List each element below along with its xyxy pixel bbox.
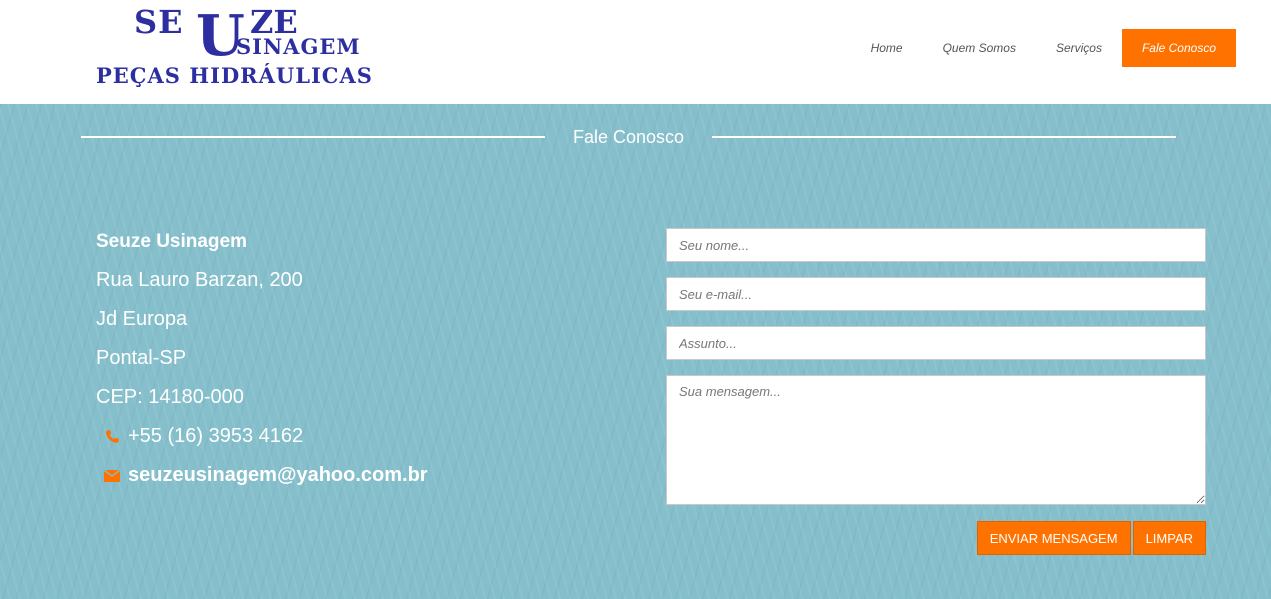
- address-cep: CEP: 14180-000: [96, 386, 244, 408]
- logo-text-sinagem: SINAGEM: [236, 34, 361, 59]
- heading-divider-left: [81, 136, 545, 138]
- site-header: SE U ZE SINAGEM PEÇAS HIDRÁULICAS Home Q…: [0, 0, 1271, 104]
- company-name: Seuze Usinagem: [96, 231, 247, 252]
- contact-form: ENVIAR MENSAGEM LIMPAR: [666, 228, 1206, 555]
- message-textarea[interactable]: [666, 375, 1206, 505]
- phone-icon: [96, 429, 128, 445]
- address-city: Pontal-SP: [96, 347, 187, 369]
- send-message-button[interactable]: ENVIAR MENSAGEM: [976, 521, 1131, 555]
- phone-number: +55 (16) 3953 4162: [128, 425, 304, 447]
- main-nav: Home Quem Somos Serviços Fale Conosco: [851, 29, 1236, 67]
- email-input[interactable]: [666, 277, 1206, 311]
- address-street: Rua Lauro Barzan, 200: [96, 269, 303, 291]
- section-heading: Fale Conosco: [0, 124, 1271, 152]
- contact-section: Fale Conosco Seuze Usinagem Rua Lauro Ba…: [0, 104, 1271, 599]
- logo-text-tagline: PEÇAS HIDRÁULICAS: [96, 63, 373, 88]
- nav-servicos[interactable]: Serviços: [1036, 29, 1122, 67]
- email-link[interactable]: seuzeusinagem@yahoo.com.br: [128, 456, 428, 495]
- nav-quem-somos[interactable]: Quem Somos: [923, 29, 1036, 67]
- subject-input[interactable]: [666, 326, 1206, 360]
- name-input[interactable]: [666, 228, 1206, 262]
- heading-divider-right: [712, 136, 1176, 138]
- form-buttons: ENVIAR MENSAGEM LIMPAR: [666, 521, 1206, 555]
- address-district: Jd Europa: [96, 308, 188, 330]
- section-title: Fale Conosco: [572, 127, 685, 147]
- nav-fale-conosco[interactable]: Fale Conosco: [1121, 29, 1236, 67]
- nav-home[interactable]: Home: [851, 29, 923, 67]
- logo-text-se: SE: [134, 3, 184, 41]
- contact-info: Seuze Usinagem Rua Lauro Barzan, 200 Jd …: [96, 222, 428, 495]
- email-row: seuzeusinagem@yahoo.com.br: [96, 456, 428, 495]
- phone-row: +55 (16) 3953 4162: [96, 417, 428, 456]
- clear-button[interactable]: LIMPAR: [1132, 521, 1206, 555]
- logo[interactable]: SE U ZE SINAGEM PEÇAS HIDRÁULICAS: [96, 6, 418, 90]
- envelope-icon: [96, 469, 128, 482]
